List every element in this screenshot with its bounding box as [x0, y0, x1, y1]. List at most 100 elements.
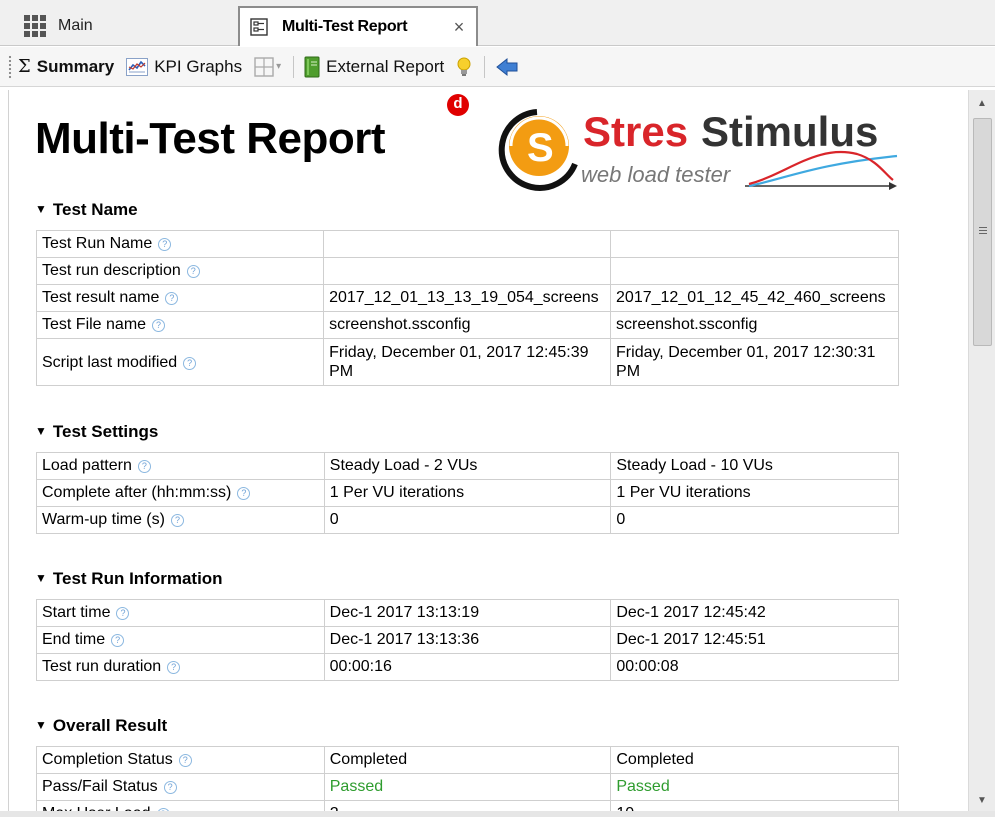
section-title-label: Overall Result: [52, 716, 168, 735]
kpi-graphs-label: KPI Graphs: [154, 56, 243, 76]
row-label-cell: Complete after (hh:mm:ss)?: [36, 479, 325, 507]
value-cell-run2: Dec-1 2017 12:45:42: [610, 599, 899, 627]
value-cell-run1: screenshot.ssconfig: [323, 311, 612, 339]
tab-multi-test-report[interactable]: Multi-Test Report ×: [238, 6, 478, 46]
row-label-cell: Test File name?: [35, 311, 325, 339]
row-label-cell: Test run description?: [35, 257, 325, 285]
close-icon[interactable]: ×: [454, 17, 465, 38]
value-cell-run2: Passed: [610, 773, 899, 801]
row-label: Pass/Fail Status: [42, 778, 158, 795]
help-icon[interactable]: ?: [183, 356, 197, 370]
row-label-cell: Warm-up time (s)?: [36, 506, 325, 534]
row-label: Test File name: [42, 316, 147, 333]
logo-tagline: web load tester: [581, 162, 732, 187]
value-cell-run2: [610, 257, 899, 285]
value-cell-run2: 00:00:08: [610, 653, 899, 681]
external-report-label: External Report: [326, 56, 445, 76]
row-label: End time: [42, 631, 106, 648]
help-icon[interactable]: ?: [152, 319, 166, 332]
table-row: Load pattern? Steady Load - 2 VUs Steady L…: [36, 452, 899, 480]
report-viewport[interactable]: Multi-Test Report d S Stres Stimulus web…: [8, 90, 968, 812]
collapse-triangle-icon[interactable]: ▼: [35, 571, 47, 585]
summary-label: Summary: [36, 56, 115, 76]
value-cell-run1: 0: [323, 506, 612, 534]
value-cell-run2: screenshot.ssconfig: [610, 311, 899, 339]
lightbulb-icon[interactable]: [456, 56, 472, 78]
report-toolbar: Σ Summary KPI Graphs ▾ External Report: [0, 47, 995, 87]
section-title[interactable]: ▼ Overall Result: [35, 716, 167, 736]
table-row: Test run description?: [35, 257, 899, 285]
sigma-icon: Σ: [18, 56, 31, 77]
logo-letter-s: S: [527, 126, 554, 170]
table-row: Pass/Fail Status? Passed Passed: [36, 773, 899, 801]
collapse-triangle-icon[interactable]: ▼: [35, 718, 47, 732]
value-cell-run1: Steady Load - 2 VUs: [323, 452, 612, 480]
logo-brand-stres: Stres: [583, 108, 688, 155]
report-document-icon: [250, 18, 268, 36]
summary-button[interactable]: Σ Summary: [18, 56, 114, 77]
tab-main-label: Main: [58, 17, 93, 34]
help-icon[interactable]: ?: [158, 238, 172, 251]
table-row: Start time? Dec-1 2017 13:13:19 Dec-1 2017…: [36, 599, 899, 627]
section-table: Completion Status? Completed Completed Pass…: [36, 746, 899, 812]
row-label-cell: Test result name?: [35, 284, 325, 312]
row-label-cell: End time?: [36, 626, 325, 654]
scrollbar-thumb[interactable]: [973, 118, 992, 346]
row-label-cell: Pass/Fail Status?: [36, 773, 325, 801]
value-cell-run2: [610, 230, 899, 258]
help-icon[interactable]: ?: [186, 265, 200, 278]
scroll-up-icon[interactable]: ▲: [977, 98, 987, 109]
table-row: Completion Status? Completed Completed: [36, 746, 899, 774]
row-label-cell: Start time?: [36, 599, 325, 627]
section-title[interactable]: ▼ Test Settings: [35, 422, 158, 442]
tab-main[interactable]: Main: [10, 6, 235, 46]
row-label: Warm-up time (s): [42, 511, 165, 528]
help-icon[interactable]: ?: [137, 460, 151, 473]
chevron-down-icon: ▾: [276, 61, 282, 72]
value-cell-run1: Dec-1 2017 13:13:36: [323, 626, 612, 654]
value-cell-run1: 1 Per VU iterations: [323, 479, 612, 507]
collapse-triangle-icon[interactable]: ▼: [35, 202, 47, 216]
layout-grid-icon: [254, 56, 274, 77]
collapse-triangle-icon[interactable]: ▼: [35, 424, 47, 438]
book-icon: [304, 56, 320, 77]
help-icon[interactable]: ?: [237, 487, 251, 500]
grid-icon: [24, 15, 46, 37]
value-cell-run1: Passed: [323, 773, 612, 801]
help-icon[interactable]: ?: [165, 292, 179, 305]
help-icon[interactable]: ?: [167, 661, 181, 674]
section-title-label: Test Run Information: [52, 569, 223, 588]
section-title[interactable]: ▼ Test Name: [35, 200, 138, 220]
table-row: End time? Dec-1 2017 13:13:36 Dec-1 2017 1…: [36, 626, 899, 654]
help-icon[interactable]: ?: [178, 754, 192, 767]
row-label: Load pattern: [42, 457, 132, 474]
row-label: Test Run Name: [42, 235, 153, 252]
help-icon[interactable]: ?: [163, 781, 177, 794]
kpi-graphs-button[interactable]: KPI Graphs: [126, 57, 242, 77]
help-icon[interactable]: ?: [170, 514, 184, 527]
external-report-button[interactable]: External Report: [304, 56, 444, 78]
value-cell-run1: Completed: [323, 746, 612, 774]
table-row: Test Run Name?: [35, 230, 899, 258]
toolbar-grip[interactable]: [8, 54, 12, 79]
back-arrow-icon[interactable]: [495, 57, 519, 77]
section-title[interactable]: ▼ Test Run Information: [35, 569, 223, 589]
help-icon[interactable]: ?: [111, 634, 125, 647]
section-title-label: Test Settings: [52, 422, 159, 441]
layout-dropdown-button[interactable]: ▾: [254, 56, 282, 77]
table-row: Warm-up time (s)? 0 0: [36, 506, 899, 534]
scroll-down-icon[interactable]: ▼: [977, 795, 987, 806]
row-label: Start time: [42, 604, 111, 621]
tab-multi-test-report-label: Multi-Test Report: [282, 18, 408, 35]
value-cell-run2: Steady Load - 10 VUs: [610, 452, 899, 480]
notification-badge: d: [447, 94, 469, 116]
row-label-cell: Script last modified?: [35, 338, 325, 386]
vertical-scrollbar[interactable]: ▲ ▼: [968, 90, 995, 812]
table-row: Test File name? screenshot.ssconfig screen…: [35, 311, 899, 339]
value-cell-run1: 2017_12_01_13_13_19_054_screens: [323, 284, 612, 312]
document-tab-strip: Main Multi-Test Report ×: [0, 0, 995, 46]
row-label: Completion Status: [42, 751, 173, 768]
section-table: Test Run Name? Test run description? Test …: [35, 230, 899, 386]
help-icon[interactable]: ?: [116, 607, 130, 620]
row-label: Complete after (hh:mm:ss): [42, 484, 232, 501]
